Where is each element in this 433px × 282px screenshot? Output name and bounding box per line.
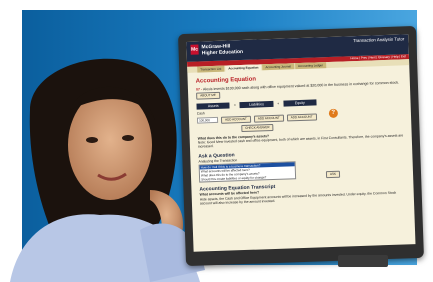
- check-answer-button[interactable]: CHECK ANSWER: [241, 123, 274, 132]
- add-asset-account-button[interactable]: ADD ACCOUNT: [220, 115, 251, 124]
- cash-label: Cash: [196, 110, 205, 116]
- equity-heading: Equity: [283, 99, 317, 107]
- tab-transaction-list[interactable]: Transaction List: [197, 65, 225, 73]
- tab-accounting-ledger[interactable]: Accounting Ledger: [294, 62, 327, 70]
- main-content: Accounting Equation 07 - Alexis invests …: [187, 65, 414, 210]
- equals-sign: =: [229, 101, 240, 109]
- add-equity-account-button[interactable]: ADD ACCOUNT: [286, 113, 317, 122]
- brand-name: McGraw-Hill Higher Education: [201, 43, 243, 56]
- question-list[interactable]: How do I tell if this is a business tran…: [198, 161, 297, 183]
- monitor-stand: [338, 255, 388, 267]
- app-title: Transaction Analysis Tutor: [352, 36, 405, 44]
- cash-amount-field[interactable]: 100,000: [196, 116, 219, 124]
- app-screen: Mc McGraw-Hill Higher Education Transact…: [186, 34, 416, 252]
- check-row: CHECK ANSWER: [197, 122, 317, 133]
- plus-sign: +: [273, 100, 284, 107]
- liabilities-heading: Liabilities: [239, 100, 274, 108]
- publisher-logo: Mc: [190, 44, 199, 55]
- promo-image: Mc McGraw-Hill Higher Education Transact…: [0, 0, 433, 282]
- assets-heading: Assets: [196, 102, 230, 110]
- brand-line-2: Higher Education: [201, 48, 244, 57]
- tab-accounting-journal[interactable]: Accounting Journal: [262, 63, 295, 71]
- tab-accounting-equation[interactable]: Accounting Equation: [225, 64, 262, 72]
- about-me-button[interactable]: ABOUT ME: [196, 91, 220, 100]
- ask-button[interactable]: ASK: [325, 170, 341, 179]
- add-liability-account-button[interactable]: ADD ACCOUNT: [253, 114, 284, 123]
- computer-monitor: Mc McGraw-Hill Higher Education Transact…: [178, 25, 424, 267]
- transaction-number: 07 -: [195, 87, 203, 92]
